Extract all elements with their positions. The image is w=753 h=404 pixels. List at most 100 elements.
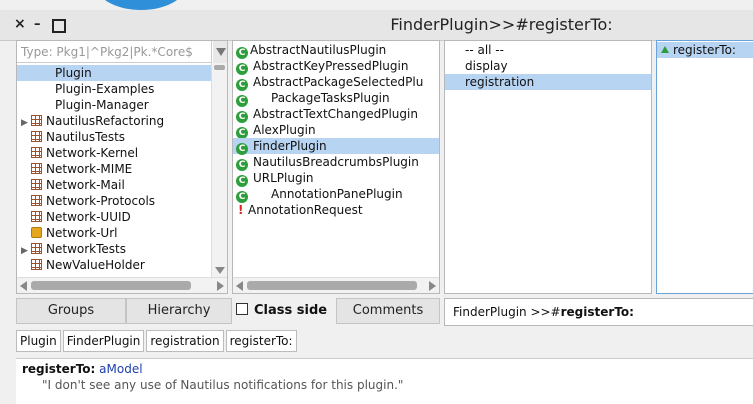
package-item[interactable]: Plugin-Manager [17,97,211,113]
class-item[interactable]: C AbstractKeyPressedPlugin [233,58,439,75]
package-label: Network-UUID [46,210,131,224]
protocol-item[interactable]: -- all -- [445,42,651,58]
class-item[interactable]: C AlexPlugin [233,122,439,139]
comments-button[interactable]: Comments [336,298,440,324]
package-icon [31,243,42,254]
method-list-pane: registerTo: [656,40,753,294]
method-signature: registerTo: aModel [22,362,750,376]
class-item[interactable]: C AnnotationPanePlugin [233,186,439,203]
class-label: AnnotationRequest [248,203,363,217]
class-item[interactable]: C AbstractNautilusPlugin [233,42,439,59]
scroll-right-icon[interactable] [429,281,436,291]
package-label: NautilusRefactoring [46,114,165,128]
breadcrumb-item[interactable]: Plugin [16,330,61,352]
groups-button[interactable]: Groups [16,298,126,324]
class-item[interactable]: C AbstractTextChangedPlugin [233,106,439,123]
scroll-right-icon[interactable] [217,281,224,291]
method-selector: registerTo: [22,362,96,376]
class-horizontal-scrollbar[interactable] [233,277,439,293]
class-side-checkbox[interactable]: Class side [236,298,327,324]
package-label: Network-MIME [46,162,133,176]
class-label: AbstractNautilusPlugin [250,43,387,57]
method-definition-field[interactable]: FinderPlugin >>#registerTo: [444,298,753,326]
class-list-pane: C AbstractNautilusPlugin C AbstractKeyPress… [232,40,440,294]
package-list-pane: Type: Pkg1|^Pkg2|Pk.*Core$ Plugin Plugin-… [16,40,228,294]
class-item[interactable]: C NautilusBreadcrumbsPlugin [233,154,439,171]
class-item[interactable]: C PackageTasksPlugin [233,90,439,107]
package-item[interactable]: Plugin [17,65,211,81]
class-item[interactable]: C FinderPlugin [233,138,439,155]
package-vertical-scrollbar[interactable] [211,63,227,278]
scrollbar-thumb[interactable] [214,65,225,70]
title-bar: × – FinderPlugin>>#registerTo: [0,10,753,41]
package-item[interactable]: Network-Mail [17,177,211,193]
scrollbar-thumb[interactable] [31,281,191,290]
search-history-dropdown[interactable] [213,41,227,63]
definition-prefix: FinderPlugin >># [453,305,561,319]
class-label: FinderPlugin [253,139,327,153]
package-label: NewValueHolder [46,258,145,272]
class-label: URLPlugin [253,171,314,185]
protocol-label: display [465,59,508,73]
breadcrumb: Plugin FinderPlugin registration registerTo… [16,330,299,354]
class-item[interactable]: ! AnnotationRequest [233,202,439,218]
package-search-input[interactable]: Type: Pkg1|^Pkg2|Pk.*Core$ [17,41,212,63]
package-item[interactable]: Network-Url [17,225,211,241]
class-label: AbstractPackageSelectedPlu [253,75,424,89]
logo-arc [96,0,186,10]
package-icon [31,179,42,190]
browser-window: × – FinderPlugin>>#registerTo: Type: Pkg… [0,0,753,404]
package-item[interactable]: NewValueHolder [17,257,211,273]
package-item[interactable]: Network-UUID [17,209,211,225]
class-side-label: Class side [254,303,328,318]
package-icon [31,211,42,222]
package-list: Plugin Plugin-Examples Plugin-Manager ▶ Naut… [17,65,227,273]
breadcrumb-item[interactable]: registration [146,330,224,352]
package-icon [31,131,42,142]
method-argument: aModel [99,362,143,376]
package-item[interactable]: Plugin-Examples [17,81,211,97]
package-gold-icon [31,227,42,238]
package-label: Network-Url [46,226,118,240]
class-item[interactable]: C URLPlugin [233,170,439,187]
class-label: AnnotationPanePlugin [271,187,403,201]
protocol-item[interactable]: registration [445,74,651,90]
class-item[interactable]: C AbstractPackageSelectedPlu [233,74,439,91]
public-method-icon [661,46,669,53]
package-icon [31,259,42,270]
class-label: AbstractKeyPressedPlugin [253,59,409,73]
breadcrumb-item[interactable]: registerTo: [225,330,297,352]
package-item[interactable]: Network-Protocols [17,193,211,209]
method-label: registerTo: [673,43,736,57]
package-label: Network-Mail [46,178,125,192]
source-code-editor[interactable]: registerTo: aModel "I don't see any use … [16,358,753,404]
scroll-down-icon[interactable] [215,267,225,274]
scroll-left-icon[interactable] [20,281,27,291]
breadcrumb-item[interactable]: FinderPlugin [62,330,145,352]
package-label: Plugin-Examples [55,82,155,96]
package-icon [31,163,42,174]
hierarchy-button[interactable]: Hierarchy [126,298,232,324]
package-item[interactable]: Network-MIME [17,161,211,177]
protocol-label: registration [465,75,535,89]
class-label: PackageTasksPlugin [271,91,390,105]
package-item[interactable]: NautilusTests [17,129,211,145]
scrollbar-thumb[interactable] [247,281,417,290]
protocol-item[interactable]: display [445,58,651,74]
class-label: AlexPlugin [253,123,316,137]
method-list: registerTo: [657,42,753,58]
package-icon [31,147,42,158]
window-title: FinderPlugin>>#registerTo: [390,15,613,34]
scroll-left-icon[interactable] [236,281,243,291]
package-item[interactable]: Network-Kernel [17,145,211,161]
method-item[interactable]: registerTo: [657,42,753,58]
package-item[interactable]: ▶ NetworkTests [17,241,211,257]
chevron-down-icon [216,48,226,56]
package-item[interactable]: ▶ NautilusRefactoring [17,113,211,129]
package-label: NetworkTests [46,242,126,256]
package-label: Network-Kernel [46,146,139,160]
error-icon: ! [238,203,244,217]
package-label: Plugin-Manager [55,98,149,112]
checkbox-icon[interactable] [236,303,248,315]
package-horizontal-scrollbar[interactable] [17,277,227,293]
